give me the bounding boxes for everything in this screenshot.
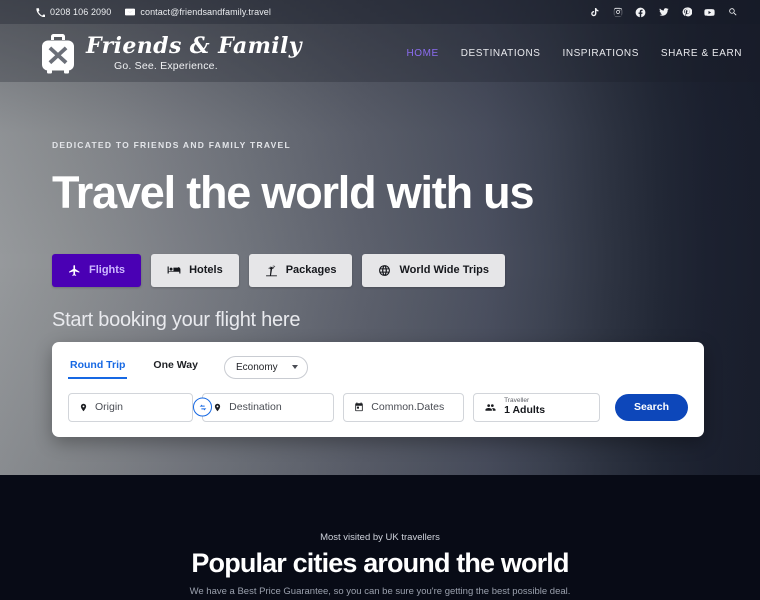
trip-type-round-trip[interactable]: Round Trip (68, 356, 128, 379)
email-address: contact@friendsandfamily.travel (140, 7, 271, 17)
social-links (589, 7, 746, 18)
hero-content: DEDICATED TO FRIENDS AND FAMILY TRAVEL T… (0, 82, 760, 437)
top-contact-bar: 0208 106 2090 contact@friendsandfamily.t… (0, 0, 760, 24)
site-header: Friends & Family Go. See. Experience. HO… (0, 24, 760, 82)
tab-world-wide-trips[interactable]: World Wide Trips (362, 253, 505, 287)
booking-category-tabs: Flights Hotels Packages World Wide Trips (52, 253, 760, 287)
facebook-icon[interactable] (635, 7, 646, 18)
email-link[interactable]: contact@friendsandfamily.travel (125, 7, 271, 17)
phone-number: 0208 106 2090 (50, 7, 112, 17)
brand-tagline: Go. See. Experience. (114, 59, 218, 72)
popular-cities-section: Most visited by UK travellers Popular ci… (0, 475, 760, 600)
hero-title: Travel the world with us (52, 167, 534, 218)
tab-packages-label: Packages (285, 264, 337, 277)
page-root: 0208 106 2090 contact@friendsandfamily.t… (0, 0, 760, 600)
pinterest-icon[interactable] (681, 7, 692, 18)
tab-flights-label: Flights (89, 264, 126, 277)
swap-horizontal-icon[interactable] (193, 397, 213, 417)
booking-search-card: Round Trip One Way Economy Origin Destin… (52, 341, 704, 437)
tab-world-wide-trips-label: World Wide Trips (399, 264, 489, 277)
location-pin-icon (79, 402, 88, 413)
suitcase-plane-icon (38, 31, 78, 75)
airplane-icon (68, 264, 81, 277)
nav-item-inspirations[interactable]: INSPIRATIONS (562, 48, 638, 59)
people-icon (484, 402, 497, 413)
search-button[interactable]: Search (614, 393, 688, 421)
hero-section: 0208 106 2090 contact@friendsandfamily.t… (0, 0, 760, 475)
cabin-class-select[interactable]: Economy (223, 355, 308, 379)
tiktok-icon[interactable] (589, 7, 600, 18)
origin-placeholder-text: Origin (95, 401, 124, 414)
youtube-icon[interactable] (704, 7, 715, 18)
calendar-icon (354, 402, 364, 412)
logo[interactable]: Friends & Family Go. See. Experience. (38, 31, 302, 75)
tab-hotels-label: Hotels (189, 264, 223, 277)
nav-item-destinations[interactable]: DESTINATIONS (461, 48, 541, 59)
trip-type-row: Round Trip One Way Economy (68, 355, 688, 379)
chevron-down-icon (291, 365, 298, 370)
main-navigation: HOME DESTINATIONS INSPIRATIONS SHARE & E… (407, 48, 742, 59)
logo-text: Friends & Family Go. See. Experience. (86, 35, 302, 72)
popular-title: Popular cities around the world (191, 548, 569, 578)
search-icon[interactable] (727, 7, 738, 18)
nav-item-home[interactable]: HOME (407, 48, 439, 59)
top-contact-left: 0208 106 2090 contact@friendsandfamily.t… (36, 7, 271, 17)
tab-packages[interactable]: Packages (248, 253, 353, 287)
popular-eyebrow: Most visited by UK travellers (320, 532, 440, 543)
brand-name: Friends & Family (86, 32, 302, 59)
instagram-icon[interactable] (612, 7, 623, 18)
tab-hotels[interactable]: Hotels (151, 253, 239, 287)
hero-eyebrow: DEDICATED TO FRIENDS AND FAMILY TRAVEL (52, 140, 291, 150)
dates-input[interactable]: Common.Dates (343, 392, 465, 422)
trip-type-one-way[interactable]: One Way (151, 356, 200, 379)
destination-pin-icon (213, 402, 222, 413)
dates-placeholder-text: Common.Dates (371, 401, 445, 414)
traveller-value: 1 Adults (504, 404, 546, 417)
traveller-selector[interactable]: Traveller 1 Adults (473, 392, 600, 422)
palm-beach-icon (265, 264, 278, 277)
phone-link[interactable]: 0208 106 2090 (36, 7, 111, 17)
globe-icon (378, 264, 391, 277)
popular-subtitle: We have a Best Price Guarantee, so you c… (189, 586, 571, 597)
bed-icon (167, 263, 181, 277)
twitter-icon[interactable] (658, 7, 669, 18)
search-fields-row: Origin Destination Common.Dates Travelle… (68, 392, 688, 422)
booking-heading: Start booking your flight here (52, 308, 301, 331)
destination-input[interactable]: Destination (193, 392, 335, 422)
phone-icon (36, 7, 45, 17)
tab-flights[interactable]: Flights (52, 253, 142, 287)
destination-placeholder-text: Destination (229, 401, 282, 414)
cabin-class-value: Economy (235, 361, 278, 373)
origin-input[interactable]: Origin (68, 392, 194, 422)
traveller-text: Traveller 1 Adults (504, 398, 545, 416)
nav-item-share-earn[interactable]: SHARE & EARN (661, 48, 742, 59)
envelope-icon (125, 7, 136, 17)
